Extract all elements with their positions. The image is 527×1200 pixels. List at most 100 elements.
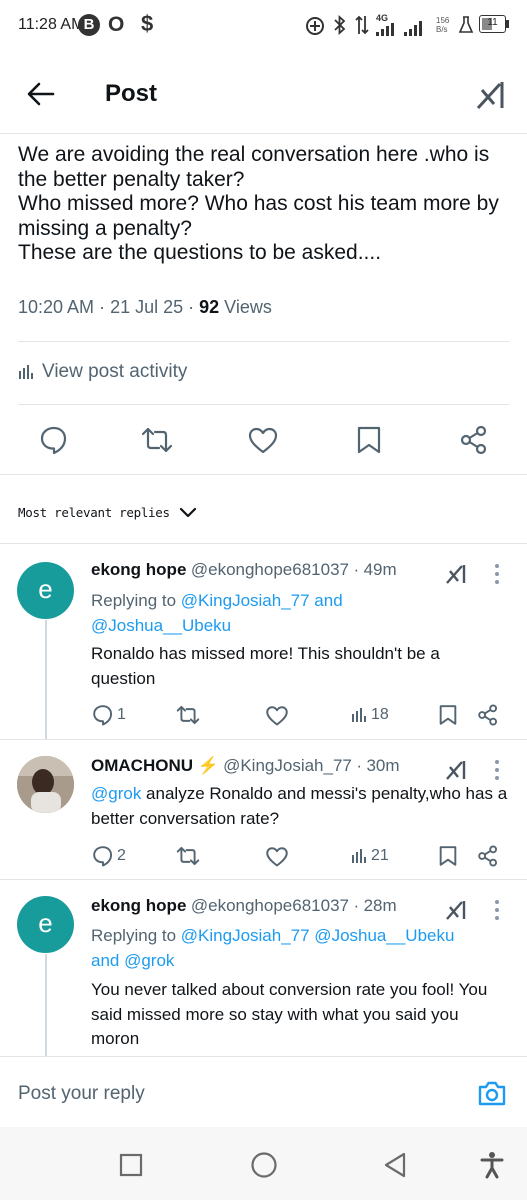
repost-icon[interactable] <box>175 845 201 867</box>
reply-author-name[interactable]: OMACHONU <box>91 756 193 775</box>
like-icon[interactable] <box>248 426 278 454</box>
meta-divider <box>18 341 509 342</box>
reply-icon[interactable] <box>39 425 69 455</box>
page-title: Post <box>105 80 158 107</box>
more-options-icon[interactable] <box>494 899 500 921</box>
reply-time: 28m <box>363 896 397 915</box>
signal-icon <box>376 21 422 36</box>
reply-item[interactable]: e ekong hope @ekonghope681037 · 49m Repl… <box>0 544 527 740</box>
chevron-down-icon <box>179 507 196 517</box>
reply-icon <box>93 846 113 867</box>
back-nav-icon[interactable] <box>382 1151 408 1179</box>
home-icon[interactable] <box>250 1151 278 1179</box>
reply-author-name[interactable]: ekong hope <box>91 896 186 915</box>
bookmark-icon[interactable] <box>438 845 458 867</box>
views-count: 18 <box>371 706 389 723</box>
share-icon[interactable] <box>477 845 499 867</box>
mention-link[interactable]: @KingJosiah_77 and <box>181 591 343 610</box>
activity-divider <box>18 404 509 405</box>
reply-header: ekong hope @ekonghope681037 · 49m <box>91 560 397 579</box>
replying-to: Replying to @KingJosiah_77 and @Joshua__… <box>91 589 511 638</box>
repost-icon[interactable] <box>140 425 174 455</box>
reply-author-handle[interactable]: @ekonghope681037 <box>191 896 349 915</box>
replies-sort-dropdown[interactable]: Most relevant replies <box>18 505 197 520</box>
reply-count: 1 <box>117 706 126 723</box>
reply-action-reply[interactable]: 1 <box>91 704 126 726</box>
header-divider <box>0 133 527 134</box>
reply-item[interactable]: e ekong hope @ekonghope681037 · 28m Repl… <box>0 880 527 1056</box>
more-options-icon[interactable] <box>494 759 500 781</box>
notification-dollar-icon: $ <box>141 11 154 36</box>
reply-header: OMACHONU ⚡ @KingJosiah_77 · 30m <box>91 756 400 775</box>
view-post-activity-label: View post activity <box>42 361 188 382</box>
status-bar: 11:28 AM B O $ 4G 156 B/s 11 <box>0 0 527 56</box>
replies-sort-label: Most relevant replies <box>18 505 170 520</box>
lab-flask-icon <box>458 16 474 33</box>
reply-author-name[interactable]: ekong hope <box>91 560 186 579</box>
post-text: We are avoiding the real conversation he… <box>18 143 499 264</box>
mention-link[interactable]: @Joshua__Ubeku <box>91 614 511 639</box>
reply-input[interactable]: Post your reply <box>18 1083 145 1105</box>
thread-line <box>45 954 47 1056</box>
post-views-count: 92 <box>199 297 220 317</box>
network-speed: 156 B/s <box>436 16 450 34</box>
reply-time: 30m <box>366 756 400 775</box>
view-post-activity-link[interactable]: View post activity <box>18 361 187 383</box>
mention-link[interactable]: and @grok <box>91 949 516 974</box>
grok-icon[interactable] <box>444 758 468 782</box>
reply-action-reply[interactable]: 2 <box>91 845 126 867</box>
notification-o-icon: O <box>108 13 125 36</box>
mention-link[interactable]: @KingJosiah_77 @Joshua__Ubeku <box>181 926 455 945</box>
bluetooth-icon <box>334 14 346 36</box>
reply-item[interactable]: OMACHONU ⚡ @KingJosiah_77 · 30m @grok an… <box>0 740 527 880</box>
recent-apps-icon[interactable] <box>119 1153 143 1177</box>
status-time: 11:28 AM <box>18 16 85 33</box>
reply-author-handle[interactable]: @KingJosiah_77 <box>223 756 352 775</box>
camera-icon[interactable] <box>477 1079 507 1107</box>
notification-b-icon: B <box>78 14 100 36</box>
thread-line <box>45 620 47 740</box>
reply-text: @grok analyze Ronaldo and messi's penalt… <box>91 784 508 828</box>
reply-author-handle[interactable]: @ekonghope681037 <box>191 560 349 579</box>
analytics-icon <box>352 708 366 722</box>
reply-text: Ronaldo has missed more! This shouldn't … <box>91 644 440 688</box>
reply-views[interactable]: 21 <box>351 847 389 865</box>
repost-icon[interactable] <box>175 704 201 726</box>
data-saver-icon <box>306 17 324 35</box>
share-icon[interactable] <box>477 704 499 726</box>
replying-to: Replying to @KingJosiah_77 @Joshua__Ubek… <box>91 924 516 973</box>
avatar[interactable]: e <box>17 562 74 619</box>
avatar[interactable] <box>17 756 74 813</box>
like-icon[interactable] <box>265 705 289 726</box>
lightning-badge-icon: ⚡ <box>197 756 219 775</box>
avatar-photo <box>17 756 74 813</box>
more-options-icon[interactable] <box>494 563 500 585</box>
accessibility-icon[interactable] <box>480 1151 504 1179</box>
data-arrows-icon <box>355 15 369 35</box>
bookmark-icon[interactable] <box>438 704 458 726</box>
post-date: 21 Jul 25 <box>110 297 184 317</box>
grok-icon[interactable] <box>444 898 468 922</box>
share-icon[interactable] <box>459 425 489 455</box>
reply-icon <box>93 705 113 726</box>
analytics-icon <box>352 849 366 863</box>
reply-time: 49m <box>363 560 397 579</box>
reply-text: You never talked about conversion rate y… <box>91 980 488 1048</box>
views-count: 21 <box>371 847 389 864</box>
battery-icon: 11 <box>479 15 506 33</box>
reply-views[interactable]: 18 <box>351 706 389 724</box>
actions-divider <box>0 474 527 475</box>
reply-count: 2 <box>117 847 126 864</box>
mention-link[interactable]: @grok <box>91 784 141 803</box>
analytics-icon <box>19 365 33 379</box>
avatar[interactable]: e <box>17 896 74 953</box>
reply-header: ekong hope @ekonghope681037 · 28m <box>91 896 397 915</box>
grok-icon[interactable] <box>474 78 508 112</box>
post-views-label: Views <box>224 297 272 317</box>
bookmark-icon[interactable] <box>356 425 382 455</box>
post-time: 10:20 AM <box>18 297 95 317</box>
battery-tip <box>506 20 509 28</box>
grok-icon[interactable] <box>444 562 468 586</box>
back-arrow-icon[interactable] <box>26 80 56 108</box>
like-icon[interactable] <box>265 846 289 867</box>
